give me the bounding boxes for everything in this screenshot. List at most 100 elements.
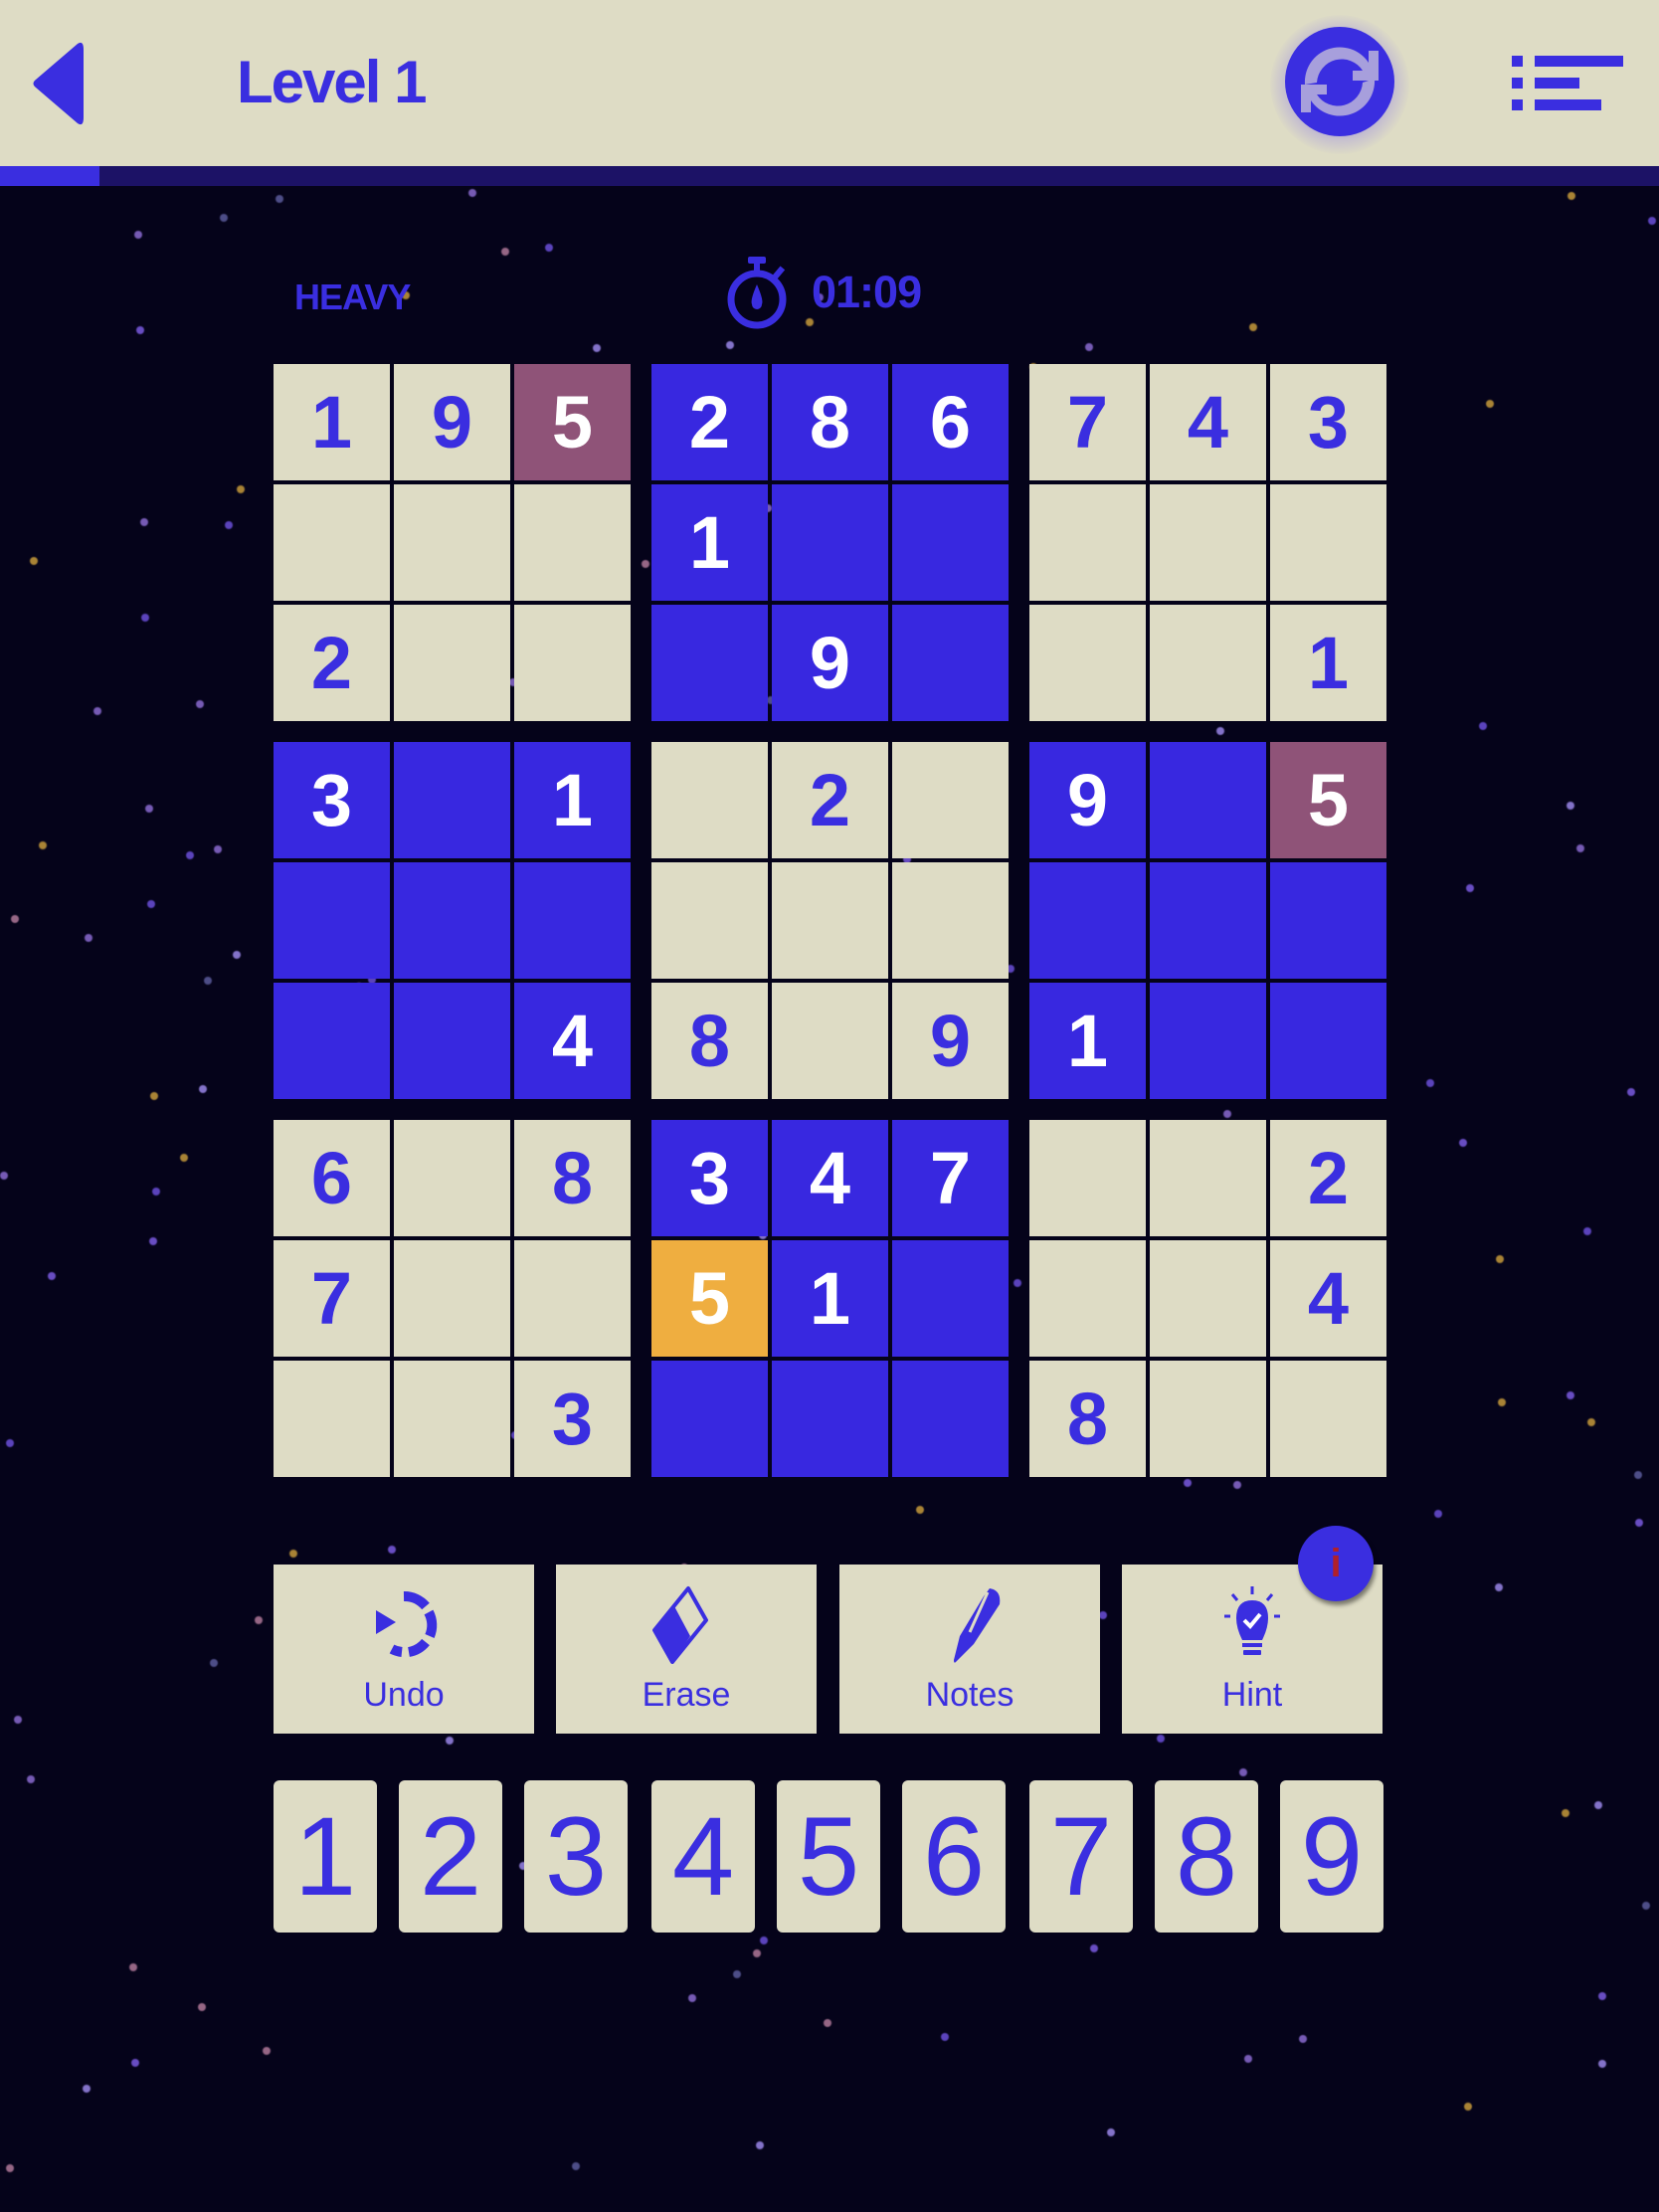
sudoku-cell-r6c4[interactable]: 8 [651, 983, 768, 1099]
erase-button[interactable]: Erase [556, 1565, 817, 1734]
sudoku-cell-r4c5[interactable]: 2 [772, 742, 888, 858]
sudoku-cell-r4c1[interactable]: 3 [274, 742, 390, 858]
sudoku-cell-r9c2[interactable] [394, 1361, 510, 1477]
sudoku-cell-r8c6[interactable] [892, 1240, 1009, 1357]
number-key-8[interactable]: 8 [1155, 1780, 1258, 1933]
sudoku-cell-r6c8[interactable] [1150, 983, 1266, 1099]
sudoku-cell-r8c7[interactable] [1029, 1240, 1146, 1357]
back-button[interactable] [22, 36, 92, 131]
number-key-6[interactable]: 6 [902, 1780, 1006, 1933]
sudoku-cell-r4c3[interactable]: 1 [514, 742, 631, 858]
sudoku-cell-r2c7[interactable] [1029, 484, 1146, 601]
sudoku-cell-r7c7[interactable] [1029, 1120, 1146, 1236]
sudoku-cell-r4c4[interactable] [651, 742, 768, 858]
sudoku-cell-r9c5[interactable] [772, 1361, 888, 1477]
number-key-9[interactable]: 9 [1280, 1780, 1383, 1933]
sudoku-cell-r5c5[interactable] [772, 862, 888, 979]
number-key-4[interactable]: 4 [651, 1780, 755, 1933]
sudoku-cell-r3c9[interactable]: 1 [1270, 605, 1386, 721]
star-dot [199, 1085, 207, 1093]
sudoku-cell-r4c9[interactable]: 5 [1270, 742, 1386, 858]
sudoku-cell-r1c1[interactable]: 1 [274, 364, 390, 480]
number-key-3[interactable]: 3 [524, 1780, 628, 1933]
sudoku-cell-r8c3[interactable] [514, 1240, 631, 1357]
sudoku-cell-r1c9[interactable]: 3 [1270, 364, 1386, 480]
menu-button[interactable] [1508, 52, 1635, 113]
sudoku-cell-r7c5[interactable]: 4 [772, 1120, 888, 1236]
sudoku-cell-r7c9[interactable]: 2 [1270, 1120, 1386, 1236]
sudoku-cell-r5c9[interactable] [1270, 862, 1386, 979]
sudoku-cell-r9c9[interactable] [1270, 1361, 1386, 1477]
sudoku-cell-r2c5[interactable] [772, 484, 888, 601]
sudoku-cell-r4c8[interactable] [1150, 742, 1266, 858]
restart-button[interactable] [1255, 0, 1424, 164]
sudoku-cell-r1c4[interactable]: 2 [651, 364, 768, 480]
sudoku-cell-r7c3[interactable]: 8 [514, 1120, 631, 1236]
sudoku-cell-r6c7[interactable]: 1 [1029, 983, 1146, 1099]
number-key-7[interactable]: 7 [1029, 1780, 1133, 1933]
sudoku-cell-r7c1[interactable]: 6 [274, 1120, 390, 1236]
sudoku-cell-r8c4[interactable]: 5 [651, 1240, 768, 1357]
sudoku-cell-r1c8[interactable]: 4 [1150, 364, 1266, 480]
sudoku-cell-r7c6[interactable]: 7 [892, 1120, 1009, 1236]
number-key-1[interactable]: 1 [274, 1780, 377, 1933]
sudoku-cell-r7c8[interactable] [1150, 1120, 1266, 1236]
sudoku-cell-r8c9[interactable]: 4 [1270, 1240, 1386, 1357]
number-key-2[interactable]: 2 [399, 1780, 502, 1933]
undo-button[interactable]: Undo [274, 1565, 534, 1734]
number-key-5[interactable]: 5 [777, 1780, 880, 1933]
sudoku-cell-r6c2[interactable] [394, 983, 510, 1099]
sudoku-cell-r3c7[interactable] [1029, 605, 1146, 721]
sudoku-cell-r4c6[interactable] [892, 742, 1009, 858]
sudoku-cell-r5c1[interactable] [274, 862, 390, 979]
sudoku-cell-r9c4[interactable] [651, 1361, 768, 1477]
sudoku-cell-r8c1[interactable]: 7 [274, 1240, 390, 1357]
sudoku-cell-r1c5[interactable]: 8 [772, 364, 888, 480]
sudoku-cell-r6c1[interactable] [274, 983, 390, 1099]
sudoku-cell-r6c9[interactable] [1270, 983, 1386, 1099]
notes-button[interactable]: Notes [839, 1565, 1100, 1734]
sudoku-cell-r5c4[interactable] [651, 862, 768, 979]
sudoku-cell-r3c8[interactable] [1150, 605, 1266, 721]
sudoku-cell-r5c7[interactable] [1029, 862, 1146, 979]
sudoku-cell-r1c7[interactable]: 7 [1029, 364, 1146, 480]
sudoku-cell-r6c3[interactable]: 4 [514, 983, 631, 1099]
sudoku-cell-r6c6[interactable]: 9 [892, 983, 1009, 1099]
sudoku-cell-r1c6[interactable]: 6 [892, 364, 1009, 480]
sudoku-cell-r2c3[interactable] [514, 484, 631, 601]
sudoku-cell-r3c1[interactable]: 2 [274, 605, 390, 721]
star-dot [237, 485, 245, 493]
sudoku-cell-r3c2[interactable] [394, 605, 510, 721]
sudoku-cell-r3c6[interactable] [892, 605, 1009, 721]
hint-count-badge[interactable]: i [1298, 1526, 1374, 1601]
sudoku-cell-r2c4[interactable]: 1 [651, 484, 768, 601]
sudoku-cell-r2c2[interactable] [394, 484, 510, 601]
sudoku-cell-r9c7[interactable]: 8 [1029, 1361, 1146, 1477]
star-dot [1107, 2128, 1115, 2136]
sudoku-cell-r2c9[interactable] [1270, 484, 1386, 601]
sudoku-cell-r2c6[interactable] [892, 484, 1009, 601]
sudoku-cell-r5c8[interactable] [1150, 862, 1266, 979]
sudoku-cell-r1c3[interactable]: 5 [514, 364, 631, 480]
sudoku-cell-r6c5[interactable] [772, 983, 888, 1099]
sudoku-cell-r9c6[interactable] [892, 1361, 1009, 1477]
sudoku-cell-r9c3[interactable]: 3 [514, 1361, 631, 1477]
sudoku-cell-r5c2[interactable] [394, 862, 510, 979]
sudoku-cell-r5c3[interactable] [514, 862, 631, 979]
sudoku-cell-r1c2[interactable]: 9 [394, 364, 510, 480]
sudoku-cell-r3c5[interactable]: 9 [772, 605, 888, 721]
sudoku-cell-r5c6[interactable] [892, 862, 1009, 979]
sudoku-cell-r4c7[interactable]: 9 [1029, 742, 1146, 858]
sudoku-cell-r7c2[interactable] [394, 1120, 510, 1236]
sudoku-cell-r8c5[interactable]: 1 [772, 1240, 888, 1357]
sudoku-cell-r2c8[interactable] [1150, 484, 1266, 601]
sudoku-cell-r7c4[interactable]: 3 [651, 1120, 768, 1236]
sudoku-cell-r3c3[interactable] [514, 605, 631, 721]
sudoku-cell-r8c8[interactable] [1150, 1240, 1266, 1357]
sudoku-cell-r3c4[interactable] [651, 605, 768, 721]
sudoku-cell-r4c2[interactable] [394, 742, 510, 858]
sudoku-cell-r9c1[interactable] [274, 1361, 390, 1477]
sudoku-cell-r9c8[interactable] [1150, 1361, 1266, 1477]
sudoku-cell-r8c2[interactable] [394, 1240, 510, 1357]
sudoku-cell-r2c1[interactable] [274, 484, 390, 601]
